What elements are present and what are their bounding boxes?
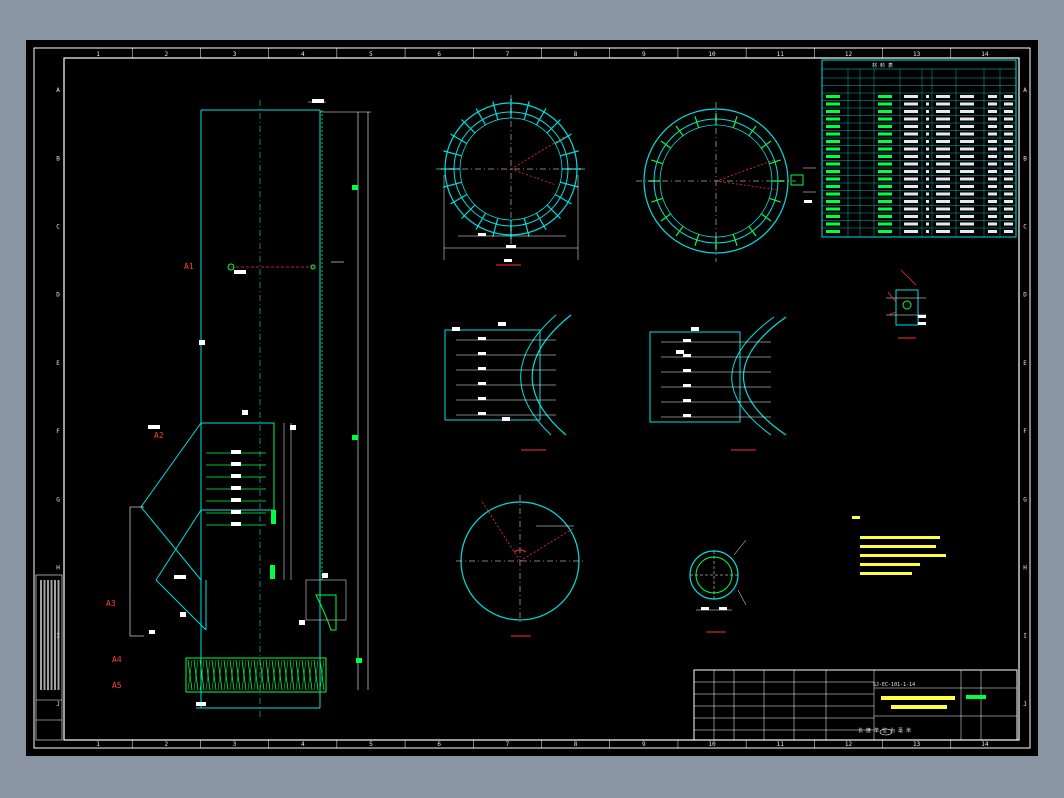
column-number-bot: 14	[981, 741, 989, 748]
cad-drawing-sheet: 11223344556677889910101111121213131414 A…	[33, 47, 1031, 749]
column-number-top: 4	[301, 51, 305, 58]
drawing-number: SJ-EC-101-1-14	[873, 682, 915, 688]
title-block: SJ-EC-101-1-14 长 度 单 位 为 毫 米	[693, 669, 1018, 741]
manhole-detail	[689, 539, 747, 633]
row-letter-left: D	[56, 292, 60, 299]
column-number-top: 11	[777, 51, 785, 58]
row-letter-right: A	[1023, 87, 1027, 94]
row-letter-right: B	[1023, 155, 1027, 162]
row-letter-left: B	[56, 155, 60, 162]
flange-plan-view-2	[636, 102, 816, 262]
row-letter-right: J	[1023, 701, 1027, 708]
column-number-bot: 8	[574, 741, 578, 748]
column-number-top: 9	[642, 51, 646, 58]
column-number-top: 8	[574, 51, 578, 58]
column-number-top: 5	[369, 51, 373, 58]
row-letter-left: H	[56, 565, 60, 572]
column-number-bot: 11	[777, 741, 785, 748]
stack-elevation-view: A1 A2 A3 A4 A5	[106, 99, 371, 720]
column-number-top: 2	[165, 51, 169, 58]
svg-text:A5: A5	[112, 681, 122, 690]
section-view-1	[444, 314, 572, 451]
bill-of-materials-table: 材 料 表	[821, 59, 1017, 238]
revision-block	[35, 574, 63, 741]
column-number-top: 12	[845, 51, 853, 58]
column-number-top: 1	[96, 51, 100, 58]
base-plan-view	[456, 495, 586, 637]
row-letter-right: G	[1023, 496, 1027, 503]
general-notes	[852, 516, 946, 575]
svg-text:A4: A4	[112, 655, 122, 664]
row-letter-left: J	[56, 701, 60, 708]
column-number-bot: 5	[369, 741, 373, 748]
column-number-bot: 2	[165, 741, 169, 748]
column-number-top: 6	[437, 51, 441, 58]
column-number-bot: 10	[708, 741, 716, 748]
cad-viewport[interactable]: 1 1 2 2 3 3 4 4 5 5 6 6 7 7 8 8 9 9 10 10 11 11 12 12 13 13 14 14 A…	[26, 40, 1038, 756]
row-letter-left: G	[56, 496, 60, 503]
column-number-top: 13	[913, 51, 921, 58]
row-letter-right: I	[1023, 633, 1027, 640]
row-letter-right: H	[1023, 565, 1027, 572]
title-block-description: 长 度 单 位 为 毫 米	[858, 727, 911, 734]
row-letter-left: E	[56, 360, 60, 367]
column-number-bot: 9	[642, 741, 646, 748]
column-number-bot: 3	[233, 741, 237, 748]
row-letter-right: F	[1023, 428, 1027, 435]
column-number-top: 10	[708, 51, 716, 58]
svg-text:A3: A3	[106, 599, 116, 608]
column-number-bot: 1	[96, 741, 100, 748]
column-number-bot: 13	[913, 741, 921, 748]
row-letter-left: F	[56, 428, 60, 435]
row-letter-left: A	[56, 87, 60, 94]
svg-text:A1: A1	[184, 262, 194, 271]
bom-title: 材 料 表	[872, 62, 893, 69]
column-number-top: 3	[233, 51, 237, 58]
column-number-bot: 6	[437, 741, 441, 748]
nozzle-detail	[886, 269, 926, 339]
row-letter-right: E	[1023, 360, 1027, 367]
column-number-bot: 4	[301, 741, 305, 748]
section-view-2	[649, 316, 787, 451]
column-number-bot: 12	[845, 741, 853, 748]
column-number-bot: 7	[506, 741, 510, 748]
row-letter-right: C	[1023, 224, 1027, 231]
flange-plan-view-1	[436, 95, 588, 266]
column-number-top: 7	[506, 51, 510, 58]
svg-text:A2: A2	[154, 431, 164, 440]
row-letter-right: D	[1023, 292, 1027, 299]
row-letter-left: C	[56, 224, 60, 231]
column-number-top: 14	[981, 51, 989, 58]
